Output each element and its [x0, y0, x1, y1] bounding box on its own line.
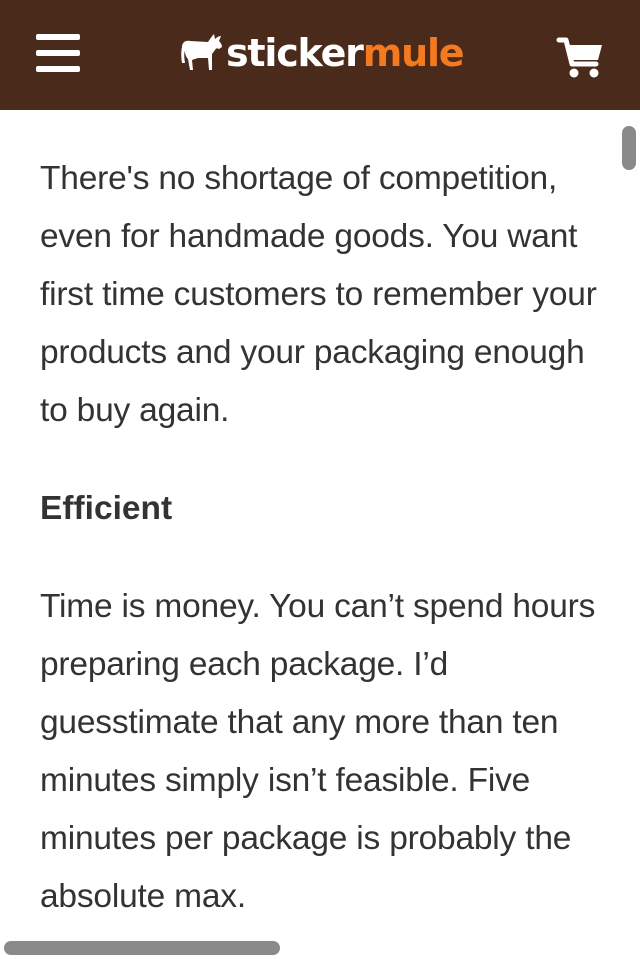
- cart-button[interactable]: [556, 36, 604, 80]
- mule-icon: [181, 34, 222, 70]
- shopping-cart-icon: [556, 37, 602, 78]
- stickermule-logo[interactable]: sticker mule: [180, 28, 465, 78]
- article-body: There's no shortage of competition, even…: [0, 110, 640, 959]
- horizontal-scrollbar[interactable]: [4, 941, 280, 955]
- article-paragraph: Time is money. You can’t spend hours pre…: [40, 588, 596, 915]
- hamburger-menu-icon: [36, 66, 80, 72]
- article-content: There's no shortage of competition, even…: [40, 150, 610, 926]
- vertical-scrollbar[interactable]: [622, 126, 636, 170]
- hamburger-menu-icon: [36, 50, 80, 56]
- logo-text-sticker: sticker: [226, 31, 364, 75]
- logo-text-mule: mule: [362, 31, 465, 75]
- article-paragraph: There's no shortage of competition, even…: [40, 160, 597, 429]
- menu-button[interactable]: [36, 32, 82, 74]
- hamburger-menu-icon: [36, 34, 80, 40]
- site-header: sticker mule: [0, 0, 640, 110]
- section-heading: Efficient: [40, 490, 173, 527]
